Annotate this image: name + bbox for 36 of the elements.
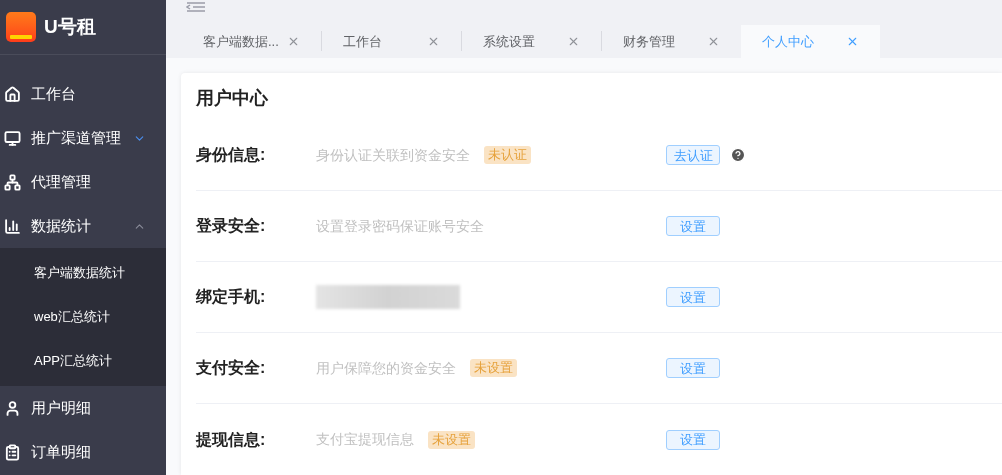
collapse-icon[interactable]	[186, 1, 206, 13]
home-icon	[4, 85, 21, 103]
row-description: 身份认证关联到资金安全	[316, 145, 470, 165]
row-label: 提现信息:	[196, 429, 267, 450]
submenu-item[interactable]: web汇总统计	[0, 295, 166, 339]
tab[interactable]: 财务管理	[602, 24, 741, 58]
sidebar-item[interactable]: 推广渠道管理	[0, 116, 166, 160]
status-badge: 未认证	[484, 146, 531, 164]
sidebar-item[interactable]: 用户明细	[0, 386, 166, 430]
help-icon[interactable]	[730, 147, 746, 163]
row-label: 支付安全:	[196, 358, 267, 378]
user-icon	[4, 399, 21, 417]
clipboard-icon	[4, 443, 21, 461]
row-label: 登录安全:	[196, 216, 267, 236]
tab[interactable]: 系统设置	[462, 24, 601, 58]
sidebar-item[interactable]: 数据统计	[0, 204, 166, 248]
status-badge: 未设置	[428, 430, 475, 449]
tab[interactable]: 工作台	[322, 24, 461, 58]
row-label: 绑定手机:	[196, 287, 267, 307]
card-title: 用户中心	[196, 87, 269, 110]
monitor-icon	[4, 129, 21, 147]
sidebar-item[interactable]: 订单明细	[0, 430, 166, 474]
sidebar-item[interactable]: 工作台	[0, 72, 166, 116]
row-description: 支付宝提现信息	[316, 430, 414, 449]
logo-title: U号租	[44, 14, 96, 39]
status-badge: 未设置	[470, 359, 517, 377]
row-description: 用户保障您的资金安全	[316, 358, 456, 378]
logo-icon	[6, 12, 36, 42]
tab[interactable]: 客户端数据...	[182, 24, 321, 58]
bar-chart-icon	[4, 217, 21, 235]
submenu-item[interactable]: APP汇总统计	[0, 339, 166, 383]
sidebar-item[interactable]: 代理管理	[0, 160, 166, 204]
row-description: 设置登录密码保证账号安全	[316, 216, 484, 236]
hierarchy-icon	[4, 173, 21, 191]
submenu-item[interactable]: 客户端数据统计	[0, 251, 166, 295]
row-label: 身份信息:	[196, 145, 267, 165]
